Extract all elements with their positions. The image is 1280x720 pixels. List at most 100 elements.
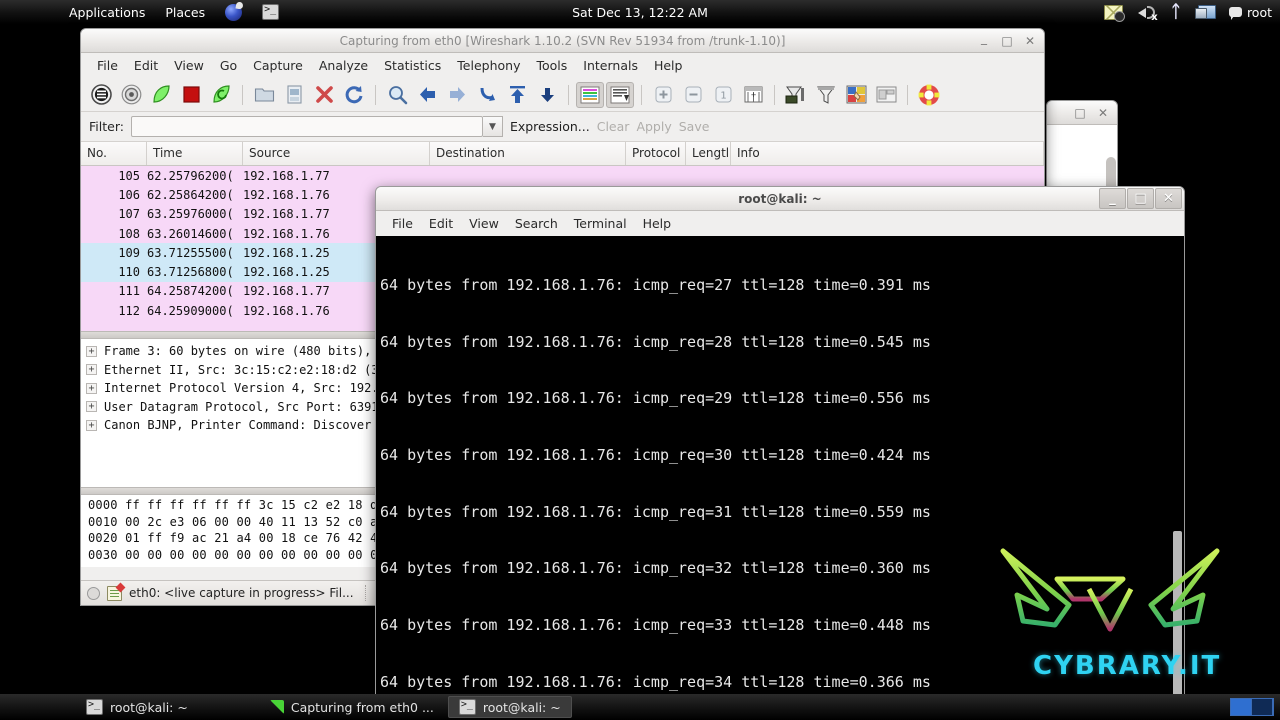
help-icon[interactable] xyxy=(915,82,943,108)
filter-input[interactable] xyxy=(130,116,483,137)
minimize-icon[interactable]: _ xyxy=(1099,188,1126,209)
go-back-icon[interactable] xyxy=(413,82,441,108)
column-header-length[interactable]: Lengtl xyxy=(686,142,731,165)
background-window[interactable] xyxy=(1046,100,1118,192)
menu-edit[interactable]: Edit xyxy=(421,214,461,233)
maximize-icon[interactable] xyxy=(1069,102,1091,123)
terminal-titlebar[interactable]: root@kali: ~ _ □ ✕ xyxy=(376,187,1184,211)
menu-analyze[interactable]: Analyze xyxy=(311,56,376,75)
terminal-window[interactable]: root@kali: ~ _ □ ✕ File Edit View Search… xyxy=(375,186,1185,696)
resize-columns-icon[interactable]: + xyxy=(739,82,767,108)
menu-go[interactable]: Go xyxy=(212,56,245,75)
column-header-source[interactable]: Source xyxy=(243,142,430,165)
apply-filter-button[interactable]: Apply xyxy=(636,119,671,134)
terminal-output[interactable]: 64 bytes from 192.168.1.76: icmp_req=27 … xyxy=(376,236,1170,695)
capture-filters-icon[interactable] xyxy=(782,82,810,108)
go-to-packet-icon[interactable] xyxy=(473,82,501,108)
menu-statistics[interactable]: Statistics xyxy=(376,56,449,75)
clear-filter-button[interactable]: Clear xyxy=(597,119,630,134)
go-first-icon[interactable] xyxy=(503,82,531,108)
terminal-scrollbar-thumb[interactable] xyxy=(1173,531,1182,695)
restart-capture-icon[interactable] xyxy=(207,82,235,108)
terminal-body[interactable]: 64 bytes from 192.168.1.76: icmp_req=27 … xyxy=(376,236,1184,695)
display-filters-icon[interactable] xyxy=(812,82,840,108)
close-icon[interactable] xyxy=(1092,102,1114,123)
workspace-2[interactable] xyxy=(1252,699,1273,715)
column-header-time[interactable]: Time xyxy=(147,142,243,165)
expand-icon[interactable]: + xyxy=(86,382,97,394)
go-forward-icon[interactable] xyxy=(443,82,471,108)
terminal-launcher[interactable] xyxy=(253,0,288,24)
maximize-icon[interactable] xyxy=(996,30,1018,51)
taskbar-item-terminal-1[interactable]: root@kali: ~ xyxy=(76,696,198,718)
taskbar-item-wireshark[interactable]: Capturing from eth0 ... xyxy=(260,696,444,718)
capture-file-properties-icon[interactable] xyxy=(107,585,122,601)
column-header-info[interactable]: Info xyxy=(731,142,1044,165)
wireshark-filter-bar: Filter: ▼ Expression... Clear Apply Save xyxy=(81,112,1044,142)
reload-file-icon[interactable] xyxy=(340,82,368,108)
go-last-icon[interactable] xyxy=(533,82,561,108)
open-file-icon[interactable] xyxy=(250,82,278,108)
minimize-icon[interactable] xyxy=(973,30,995,51)
terminal-scrollbar[interactable] xyxy=(1170,236,1184,695)
start-capture-icon[interactable] xyxy=(147,82,175,108)
menu-edit[interactable]: Edit xyxy=(126,56,166,75)
applications-menu[interactable]: Applications xyxy=(60,0,154,24)
menu-file[interactable]: File xyxy=(89,56,126,75)
wireshark-titlebar[interactable]: Capturing from eth0 [Wireshark 1.10.2 (S… xyxy=(81,29,1044,53)
terminal-menubar: File Edit View Search Terminal Help xyxy=(376,211,1184,236)
workspace-1[interactable] xyxy=(1231,699,1252,715)
menu-telephony[interactable]: Telephony xyxy=(449,56,528,75)
colorize-icon[interactable] xyxy=(576,81,604,108)
save-file-icon[interactable] xyxy=(280,82,308,108)
column-header-no[interactable]: No. xyxy=(81,142,147,165)
zoom-in-icon[interactable] xyxy=(649,82,677,108)
table-row[interactable]: 105 62.25796200( 192.168.1.77 xyxy=(81,166,1044,186)
display-icon[interactable] xyxy=(1194,4,1216,21)
expand-icon[interactable]: + xyxy=(86,345,97,357)
close-icon[interactable] xyxy=(1019,30,1041,51)
autoscroll-icon[interactable] xyxy=(606,81,634,108)
taskbar-item-terminal-2[interactable]: root@kali: ~ xyxy=(447,696,572,718)
workspace-switcher[interactable] xyxy=(1230,698,1274,716)
list-interfaces-icon[interactable] xyxy=(87,82,115,108)
mail-icon[interactable] xyxy=(1103,4,1125,22)
menu-file[interactable]: File xyxy=(384,214,421,233)
column-header-destination[interactable]: Destination xyxy=(430,142,626,165)
preferences-icon[interactable] xyxy=(872,82,900,108)
zoom-out-icon[interactable] xyxy=(679,82,707,108)
zoom-normal-icon[interactable]: 1 xyxy=(709,82,737,108)
expression-button[interactable]: Expression... xyxy=(510,119,590,134)
chevron-down-icon[interactable]: ▼ xyxy=(482,116,503,137)
close-file-icon[interactable] xyxy=(310,82,338,108)
volume-muted-icon[interactable]: x xyxy=(1137,4,1158,22)
menu-help[interactable]: Help xyxy=(646,56,691,75)
speaker-shape xyxy=(1137,7,1146,18)
coloring-rules-icon[interactable] xyxy=(842,82,870,108)
expand-icon[interactable]: + xyxy=(86,419,97,431)
menu-capture[interactable]: Capture xyxy=(245,56,311,75)
places-menu[interactable]: Places xyxy=(156,0,214,24)
user-menu[interactable]: root xyxy=(1228,5,1272,20)
close-icon[interactable]: ✕ xyxy=(1155,188,1182,209)
expand-icon[interactable]: + xyxy=(86,401,97,413)
menu-tools[interactable]: Tools xyxy=(528,56,575,75)
menu-view[interactable]: View xyxy=(166,56,212,75)
menu-help[interactable]: Help xyxy=(635,214,680,233)
expand-icon[interactable]: + xyxy=(86,364,97,376)
column-header-protocol[interactable]: Protocol xyxy=(626,142,686,165)
menu-internals[interactable]: Internals xyxy=(575,56,646,75)
maximize-icon[interactable]: □ xyxy=(1127,188,1154,209)
iceweasel-launcher[interactable] xyxy=(216,0,251,24)
bluetooth-icon[interactable]: ᛏ xyxy=(1171,3,1181,21)
find-packet-icon[interactable] xyxy=(383,82,411,108)
stop-capture-icon[interactable] xyxy=(177,82,205,108)
pager[interactable] xyxy=(1230,698,1274,716)
expert-info-icon[interactable] xyxy=(87,586,100,600)
menu-terminal[interactable]: Terminal xyxy=(566,214,635,233)
menu-search[interactable]: Search xyxy=(507,214,566,233)
menu-view[interactable]: View xyxy=(461,214,507,233)
capture-options-icon[interactable] xyxy=(117,82,145,108)
save-filter-button[interactable]: Save xyxy=(679,119,710,134)
background-window-titlebar[interactable] xyxy=(1047,101,1117,125)
